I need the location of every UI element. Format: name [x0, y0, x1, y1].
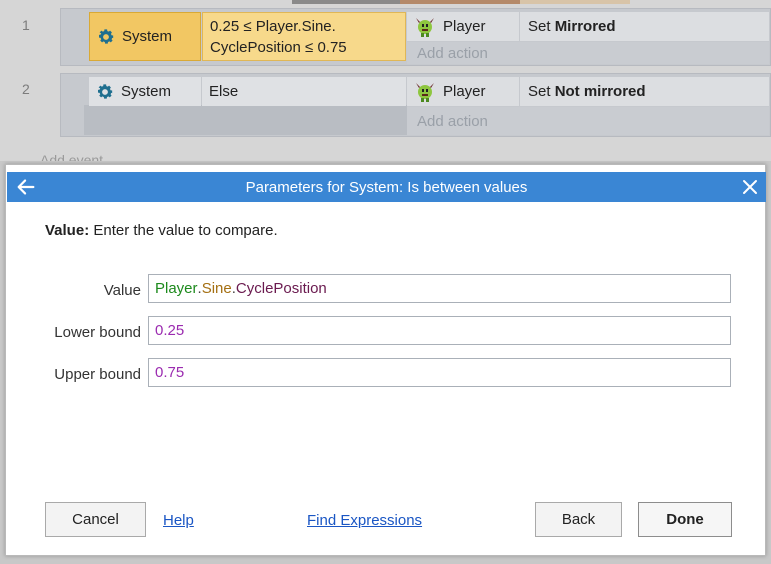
help-link[interactable]: Help	[163, 512, 194, 529]
expression-name-token: CyclePosition	[235, 280, 327, 297]
lower-bound-value: 0.25	[155, 322, 185, 339]
player-sprite-icon	[416, 82, 434, 102]
done-button[interactable]: Done	[638, 502, 732, 537]
action-set-not-mirrored[interactable]: Set Not mirrored	[520, 77, 769, 106]
action-prefix: Set	[528, 18, 555, 35]
condition-text-line2: CyclePosition ≤ 0.75	[210, 38, 347, 56]
upper-bound-label: Upper bound	[54, 366, 141, 383]
event-number: 2	[22, 81, 30, 97]
action-prefix: Set	[528, 83, 555, 100]
action-object-player[interactable]: Player	[407, 77, 519, 106]
action-value: Mirrored	[554, 18, 616, 35]
description-text: Enter the value to compare.	[89, 222, 278, 239]
expression-object-token: Player	[155, 280, 198, 297]
condition-object-system[interactable]: System	[89, 77, 201, 106]
action-set-mirrored[interactable]: Set Mirrored	[520, 12, 769, 41]
cancel-button[interactable]: Cancel	[45, 502, 146, 537]
action-value: Not mirrored	[554, 83, 646, 100]
action-object-label: Player	[443, 83, 486, 100]
find-expressions-link[interactable]: Find Expressions	[307, 512, 422, 529]
top-strip	[0, 0, 771, 4]
expression-behavior-token: Sine	[201, 280, 232, 297]
add-action-link[interactable]: Add action	[407, 42, 769, 64]
add-action-link[interactable]: Add action	[407, 107, 769, 135]
dialog-titlebar: Parameters for System: Is between values	[7, 172, 766, 202]
back-button[interactable]: Back	[535, 502, 622, 537]
gear-icon	[99, 28, 114, 44]
value-input[interactable]: Player. Sine. CyclePosition	[148, 274, 731, 303]
lower-bound-label: Lower bound	[54, 324, 141, 341]
upper-bound-value: 0.75	[155, 364, 185, 381]
condition-text[interactable]: Else	[202, 77, 406, 106]
lower-bound-input[interactable]: 0.25	[148, 316, 731, 345]
condition-object-label: System	[122, 28, 173, 45]
close-icon[interactable]	[740, 177, 760, 197]
upper-bound-input[interactable]: 0.75	[148, 358, 731, 387]
gear-icon	[98, 83, 113, 99]
condition-object-label: System	[121, 83, 172, 100]
player-sprite-icon	[416, 17, 434, 37]
dialog-title: Parameters for System: Is between values	[245, 178, 528, 196]
condition-text-line1: 0.25 ≤ Player.Sine.	[210, 17, 336, 35]
value-label: Value	[103, 282, 141, 299]
condition-object-system[interactable]: System	[89, 12, 201, 61]
event-number: 1	[22, 17, 30, 33]
condition-text[interactable]: 0.25 ≤ Player.Sine. CyclePosition ≤ 0.75	[202, 12, 406, 61]
event-sub-block	[84, 105, 407, 135]
parameter-description: Value: Enter the value to compare.	[45, 222, 278, 239]
arrow-left-icon[interactable]	[15, 176, 37, 198]
action-object-label: Player	[443, 18, 486, 35]
description-label: Value:	[45, 222, 90, 239]
action-object-player[interactable]: Player	[407, 12, 519, 41]
